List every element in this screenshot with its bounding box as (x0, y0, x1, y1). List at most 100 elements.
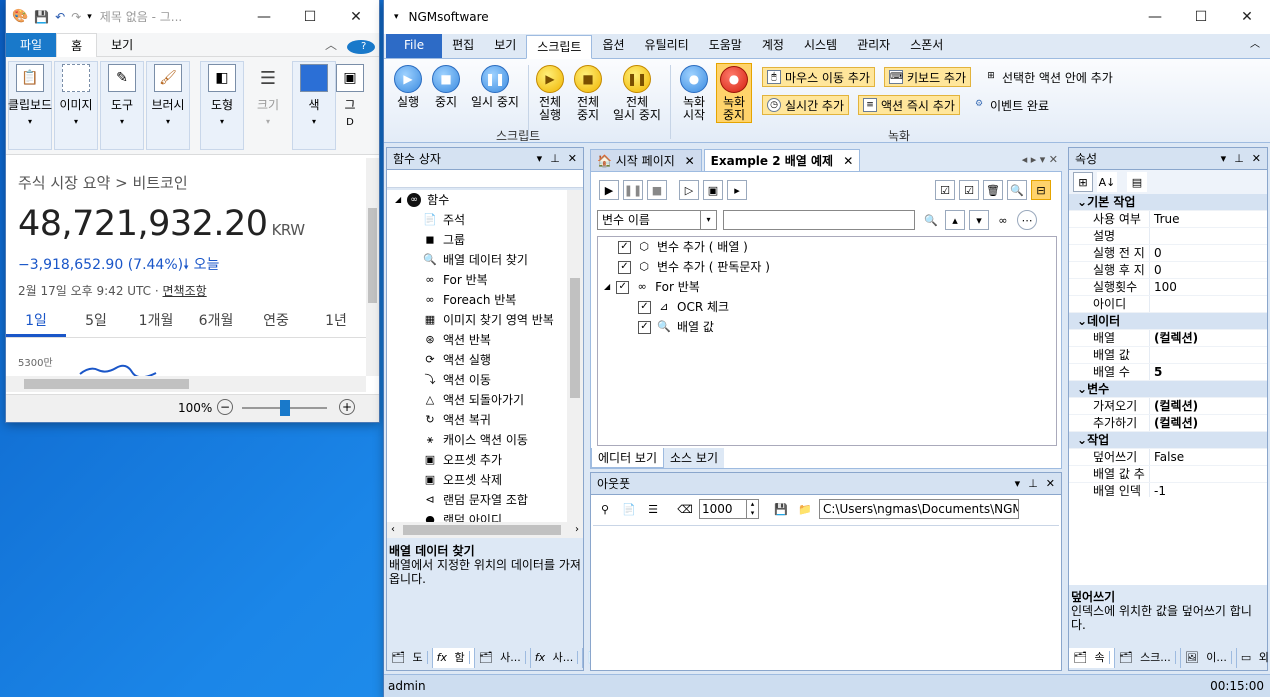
menu-help[interactable]: 도움말 (699, 34, 752, 58)
tree-root-functions[interactable]: ◢ ∞ 함수 (395, 190, 567, 210)
save-icon[interactable]: 💾 (771, 499, 791, 519)
stop-button[interactable]: ■ 중지 (430, 65, 462, 109)
category-basic[interactable]: ⌄ 기본 작업 (1069, 194, 1267, 211)
stop-all-button[interactable]: ■ 전체 중지 (572, 65, 604, 122)
property-row[interactable]: 실행 후 지0 (1069, 262, 1267, 279)
step-over-icon[interactable]: ▸ (727, 180, 747, 200)
scroll-thumb[interactable] (570, 278, 580, 398)
step-into-icon[interactable]: ▣ (703, 180, 723, 200)
scroll-thumb[interactable] (368, 208, 377, 303)
move-up-icon[interactable]: ▴ (945, 210, 965, 230)
function-item[interactable]: ⊲ 랜덤 문자열 조합 (395, 490, 567, 510)
menu-admin[interactable]: 관리자 (847, 34, 900, 58)
function-item[interactable]: ⚹ 캐이스 액션 이동 (395, 430, 567, 450)
tab-user-fx[interactable]: fx 사... (531, 648, 584, 668)
action-now-add-button[interactable]: ≡ 액션 즉시 추가 (858, 95, 960, 115)
tab-source-view[interactable]: 소스 보기 (664, 448, 724, 468)
tab-properties[interactable]: 🗂 속 (1069, 648, 1115, 668)
script-node[interactable]: ✓ ⊿ OCR 체크 (598, 297, 1056, 317)
tab-toolbox[interactable]: 🗂 도 (387, 648, 433, 668)
function-search-input[interactable] (387, 170, 583, 188)
property-row[interactable]: 덮어쓰기 False (1069, 449, 1267, 466)
horizontal-scrollbar[interactable] (6, 376, 366, 392)
image-button[interactable]: 이미지 ▾ (54, 61, 98, 150)
shapes-button[interactable]: ◧ 도형 ▾ (200, 61, 244, 150)
tab-start-page[interactable]: 🏠 시작 페이지 ✕ (590, 149, 702, 171)
category-task[interactable]: ⌄ 작업 (1069, 432, 1267, 449)
redo-icon[interactable]: ↷ (71, 10, 81, 24)
record-start-button[interactable]: ● 녹화 시작 (678, 65, 710, 122)
pin-icon[interactable]: ⊥ (1028, 477, 1038, 490)
property-row[interactable]: 실행횟수 100 (1069, 279, 1267, 296)
function-item[interactable]: 🔍 배열 데이터 찾기 (395, 250, 567, 270)
output-path-input[interactable]: C:\Users\ngmas\Documents\NGM6\ (819, 499, 1019, 519)
alphabetical-icon[interactable]: A↓ (1097, 172, 1117, 192)
tab-home[interactable]: 홈 (56, 32, 98, 57)
ngm-maximize-button[interactable]: ☐ (1178, 1, 1224, 34)
function-item[interactable]: △ 액션 되돌아가기 (395, 390, 567, 410)
categorized-icon[interactable]: ⊞ (1073, 172, 1093, 192)
step-icon[interactable]: ▷ (679, 180, 699, 200)
function-item[interactable]: ↻ 액션 복귀 (395, 410, 567, 430)
add-keyboard-button[interactable]: ⌨ 키보드 추가 (884, 67, 972, 87)
category-data[interactable]: ⌄ 데이터 (1069, 313, 1267, 330)
category-variable[interactable]: ⌄ 변수 (1069, 381, 1267, 398)
add-mouse-move-button[interactable]: 🖱 마우스 이동 추가 (762, 67, 875, 87)
check-all-icon[interactable]: ☑ (935, 180, 955, 200)
chevron-down-icon[interactable]: ▾ (700, 211, 716, 229)
menu-account[interactable]: 계정 (752, 34, 794, 58)
property-row[interactable]: 배열 (컬렉션) (1069, 330, 1267, 347)
property-row[interactable]: 사용 여부 True (1069, 211, 1267, 228)
tab-example[interactable]: Example 2 배열 예제 ✕ (703, 149, 861, 171)
range-1d[interactable]: 1일 (6, 308, 66, 337)
zoom-slider-thumb[interactable] (280, 400, 290, 416)
range-5d[interactable]: 5일 (66, 308, 126, 337)
realtime-add-button[interactable]: ◷ 실시간 추가 (762, 95, 850, 115)
save-icon[interactable]: 💾 (34, 10, 49, 24)
panel-close-icon[interactable]: ✕ (1046, 477, 1055, 490)
function-item[interactable]: ▣ 오프셋 추가 (395, 450, 567, 470)
output-count-input[interactable]: 1000 ▴ ▾ (699, 499, 759, 519)
panel-dropdown-icon[interactable]: ▾ (537, 152, 543, 165)
node-checkbox[interactable]: ✓ (616, 280, 630, 294)
qat-dropdown-icon[interactable]: ▾ (87, 12, 92, 22)
zoom-out-button[interactable]: − (217, 399, 233, 415)
loop-icon[interactable]: ∞ (993, 210, 1013, 230)
function-vscroll[interactable] (567, 190, 583, 522)
find-icon[interactable]: 🔍 (1007, 180, 1027, 200)
function-item[interactable]: ▣ 오프셋 삭제 (395, 470, 567, 490)
close-button[interactable]: ✕ (333, 0, 379, 33)
tab-functions[interactable]: fx 함 (432, 648, 475, 668)
property-row[interactable]: 아이디 (1069, 296, 1267, 313)
color-button[interactable]: 색 ▾ (292, 61, 336, 150)
node-checkbox[interactable]: ✓ (638, 300, 651, 314)
function-item[interactable]: ⤵ 액션 이동 (395, 370, 567, 390)
stop-script-icon[interactable]: ■ (647, 180, 667, 200)
panel-dropdown-icon[interactable]: ▾ (1015, 477, 1021, 490)
script-node[interactable]: ✓ ⬡ 변수 추가 ( 판독문자 ) (598, 257, 1056, 277)
pause-script-icon[interactable]: ❚❚ (623, 180, 643, 200)
menu-sponsor[interactable]: 스폰서 (900, 34, 953, 58)
undo-icon[interactable]: ↶ (55, 10, 65, 24)
menu-edit[interactable]: 편집 (442, 34, 484, 58)
pin-icon[interactable]: ⊥ (1234, 152, 1244, 165)
node-checkbox[interactable]: ✓ (638, 320, 651, 334)
paint3d-button[interactable]: ▣ 그 D (336, 61, 364, 150)
run-button[interactable]: ▶ 실행 (392, 65, 424, 109)
menu-view[interactable]: 보기 (484, 34, 526, 58)
node-checkbox[interactable]: ✓ (618, 240, 631, 254)
property-row[interactable]: 추가하기 (컬렉션) (1069, 415, 1267, 432)
tab-script[interactable]: 🗂 스크... (1115, 648, 1181, 668)
panel-close-icon[interactable]: ✕ (1252, 152, 1261, 165)
function-item[interactable]: ∞ For 반복 (395, 270, 567, 290)
tools-button[interactable]: ✎ 도구 ▾ (100, 61, 144, 150)
tree-view-icon[interactable]: ⊟ (1031, 180, 1051, 200)
add-in-selected-button[interactable]: ⊞ 선택한 액션 안에 추가 (980, 67, 1117, 87)
property-pages-icon[interactable]: ▤ (1127, 172, 1147, 192)
run-all-button[interactable]: ▶ 전체 실행 (534, 65, 566, 122)
node-checkbox[interactable]: ✓ (618, 260, 631, 274)
minimize-button[interactable]: — (241, 0, 287, 33)
output-filter-icon[interactable]: ⚲ (595, 499, 615, 519)
check-icon[interactable]: ☑ (959, 180, 979, 200)
ngm-close-button[interactable]: ✕ (1224, 1, 1270, 34)
